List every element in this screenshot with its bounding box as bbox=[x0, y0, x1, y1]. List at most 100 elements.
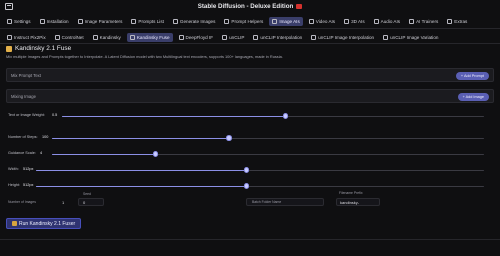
slider-value[interactable]: 100 bbox=[42, 135, 48, 139]
tab-kandinsky[interactable]: Kandinsky bbox=[90, 33, 124, 42]
tab-ai-trainers[interactable]: AI Trainers bbox=[406, 17, 441, 26]
tab-label: Settings bbox=[14, 18, 31, 24]
mixing-image-card: Mixing Image + Add Image bbox=[6, 89, 494, 103]
mixing-image-label: Mixing Image bbox=[11, 94, 36, 99]
flame-icon bbox=[296, 4, 303, 9]
image-icon bbox=[172, 18, 178, 24]
slider-label: Text or Image Weight: bbox=[8, 113, 45, 117]
slider-label: Number of Steps: bbox=[8, 135, 38, 139]
tab-label: Audio AIs bbox=[380, 18, 401, 24]
tab-instruct-pix2pix[interactable]: Instruct Pix2Pix bbox=[4, 33, 49, 42]
tab-label: Prompts List bbox=[138, 18, 164, 24]
tab-label: Instruct Pix2Pix bbox=[14, 34, 46, 40]
image-icon bbox=[272, 18, 278, 24]
slider-track[interactable] bbox=[62, 113, 484, 119]
tab-image-ais[interactable]: Image AIs bbox=[269, 16, 303, 26]
panel-subtitle: Mix multiple Images and Prompts together… bbox=[6, 54, 283, 59]
slider-handle[interactable] bbox=[282, 113, 289, 119]
tab-label: Generate Images bbox=[179, 18, 216, 24]
slider-value[interactable]: 0.5 bbox=[52, 113, 57, 117]
seed-input[interactable] bbox=[78, 198, 104, 206]
bulb-icon bbox=[224, 18, 230, 24]
extras-icon bbox=[447, 18, 453, 24]
seed-label: Seed bbox=[83, 192, 91, 196]
tab-settings[interactable]: Settings bbox=[4, 17, 34, 26]
unclip-icon bbox=[222, 34, 228, 40]
slider-value[interactable]: 4 bbox=[40, 151, 42, 155]
slider-track[interactable] bbox=[36, 167, 484, 173]
tab-unclip[interactable]: unCLIP bbox=[219, 33, 247, 42]
deepfloyd-icon bbox=[178, 34, 184, 40]
tab-label: Extras bbox=[454, 18, 468, 24]
filename-prefix-value: kandinsky- bbox=[340, 200, 360, 205]
slider-track[interactable] bbox=[36, 183, 484, 189]
app-title: Stable Diffusion - Deluxe Edition bbox=[197, 3, 294, 10]
slider-fill bbox=[52, 137, 230, 140]
tab-deepfloyd-if[interactable]: DeepFloyd IF bbox=[176, 33, 217, 42]
mix-prompt-card: Mix Prompt Text + Add Prompt bbox=[6, 68, 494, 82]
video-icon bbox=[308, 18, 314, 24]
palette-icon bbox=[6, 45, 12, 52]
slider-height: Height: 512px bbox=[6, 182, 494, 190]
tab-controlnet[interactable]: ControlNet bbox=[52, 33, 87, 42]
tab-3d-ais[interactable]: 3D AIs bbox=[341, 17, 368, 26]
slider-handle[interactable] bbox=[243, 183, 250, 189]
tab-generate-images[interactable]: Generate Images bbox=[170, 17, 219, 26]
tab-label: unCLIP Image Interpolation bbox=[318, 34, 375, 40]
tab-audio-ais[interactable]: Audio AIs bbox=[371, 17, 403, 26]
num-images-label: Number of Images bbox=[8, 200, 36, 204]
tab-installation[interactable]: Installation bbox=[37, 17, 72, 26]
run-kandinsky-fuser-button[interactable]: Run Kandinsky 2.1 Fuser bbox=[6, 218, 82, 229]
slider-label: Guidance Scale: bbox=[8, 151, 36, 155]
slider-track[interactable] bbox=[52, 151, 484, 157]
tab-label: ControlNet bbox=[61, 34, 84, 40]
slider-label: Width: bbox=[8, 167, 19, 171]
slider-text-or-image-weight: Text or Image Weight: 0.5 bbox=[6, 112, 494, 120]
num-images-value[interactable]: 1 bbox=[62, 200, 64, 205]
tab-video-ais[interactable]: Video AIs bbox=[306, 17, 338, 26]
app-logo-icon bbox=[5, 3, 13, 10]
slider-guidance-scale: Guidance Scale: 4 bbox=[6, 150, 494, 158]
tab-label: Kandinsky bbox=[99, 34, 121, 40]
tab-unclip-image-variation[interactable]: unCLIP Image Variation bbox=[380, 33, 441, 42]
slider-value[interactable]: 512px bbox=[23, 167, 33, 171]
tab-prompts-list[interactable]: Prompts List bbox=[128, 17, 167, 26]
trainer-icon bbox=[409, 18, 415, 24]
run-button-label: Run Kandinsky 2.1 Fuser bbox=[19, 220, 76, 227]
tab-kandinsky-fuse[interactable]: Kandinsky Fuse bbox=[126, 32, 173, 42]
options-row: Number of Images 1 Seed 0 Batch Folder N… bbox=[6, 190, 494, 216]
slider-value[interactable]: 512px bbox=[23, 183, 33, 187]
slider-handle[interactable] bbox=[152, 151, 159, 157]
tab-unclip-image-interpolation[interactable]: unCLIP Image Interpolation bbox=[308, 33, 377, 42]
cube-icon bbox=[344, 18, 350, 24]
filename-prefix-label: Filename Prefix bbox=[339, 191, 363, 195]
unclip-icon bbox=[383, 34, 389, 40]
slider-handle[interactable] bbox=[243, 167, 250, 173]
add-image-button[interactable]: + Add Image bbox=[457, 93, 489, 101]
tab-label: unCLIP Image Variation bbox=[390, 34, 439, 40]
mix-prompt-label: Mix Prompt Text bbox=[11, 73, 41, 78]
tab-image-parameters[interactable]: Image Parameters bbox=[75, 17, 126, 26]
panel-title: Kandinsky 2.1 Fuse bbox=[6, 45, 71, 52]
slider-fill bbox=[36, 185, 247, 188]
slider-track[interactable] bbox=[52, 135, 484, 141]
tab-label: unCLIP Interpolation bbox=[260, 34, 303, 40]
slider-handle[interactable] bbox=[226, 135, 232, 141]
pix2pix-icon bbox=[7, 34, 12, 40]
tab-extras[interactable]: Extras bbox=[444, 17, 470, 26]
tab-prompt-helpers[interactable]: Prompt Helpers bbox=[221, 17, 266, 26]
add-prompt-button[interactable]: + Add Prompt bbox=[455, 72, 489, 80]
tab-label: Video AIs bbox=[315, 18, 336, 24]
tab-label: unCLIP bbox=[229, 34, 245, 40]
title-bar: Stable Diffusion - Deluxe Edition bbox=[0, 0, 500, 13]
batch-folder-label: Batch Folder Name bbox=[252, 200, 282, 204]
tab-unclip-interpolation[interactable]: unCLIP Interpolation bbox=[250, 33, 305, 42]
nav-divider bbox=[0, 28, 500, 29]
list-icon bbox=[131, 18, 137, 24]
image-icon bbox=[77, 18, 83, 24]
main-nav: Settings Installation Image Parameters Prom… bbox=[0, 16, 500, 26]
box-icon bbox=[39, 18, 45, 24]
unclip-icon bbox=[253, 34, 259, 40]
slider-label: Height: bbox=[8, 183, 21, 187]
seed-value: 0 bbox=[83, 200, 86, 205]
